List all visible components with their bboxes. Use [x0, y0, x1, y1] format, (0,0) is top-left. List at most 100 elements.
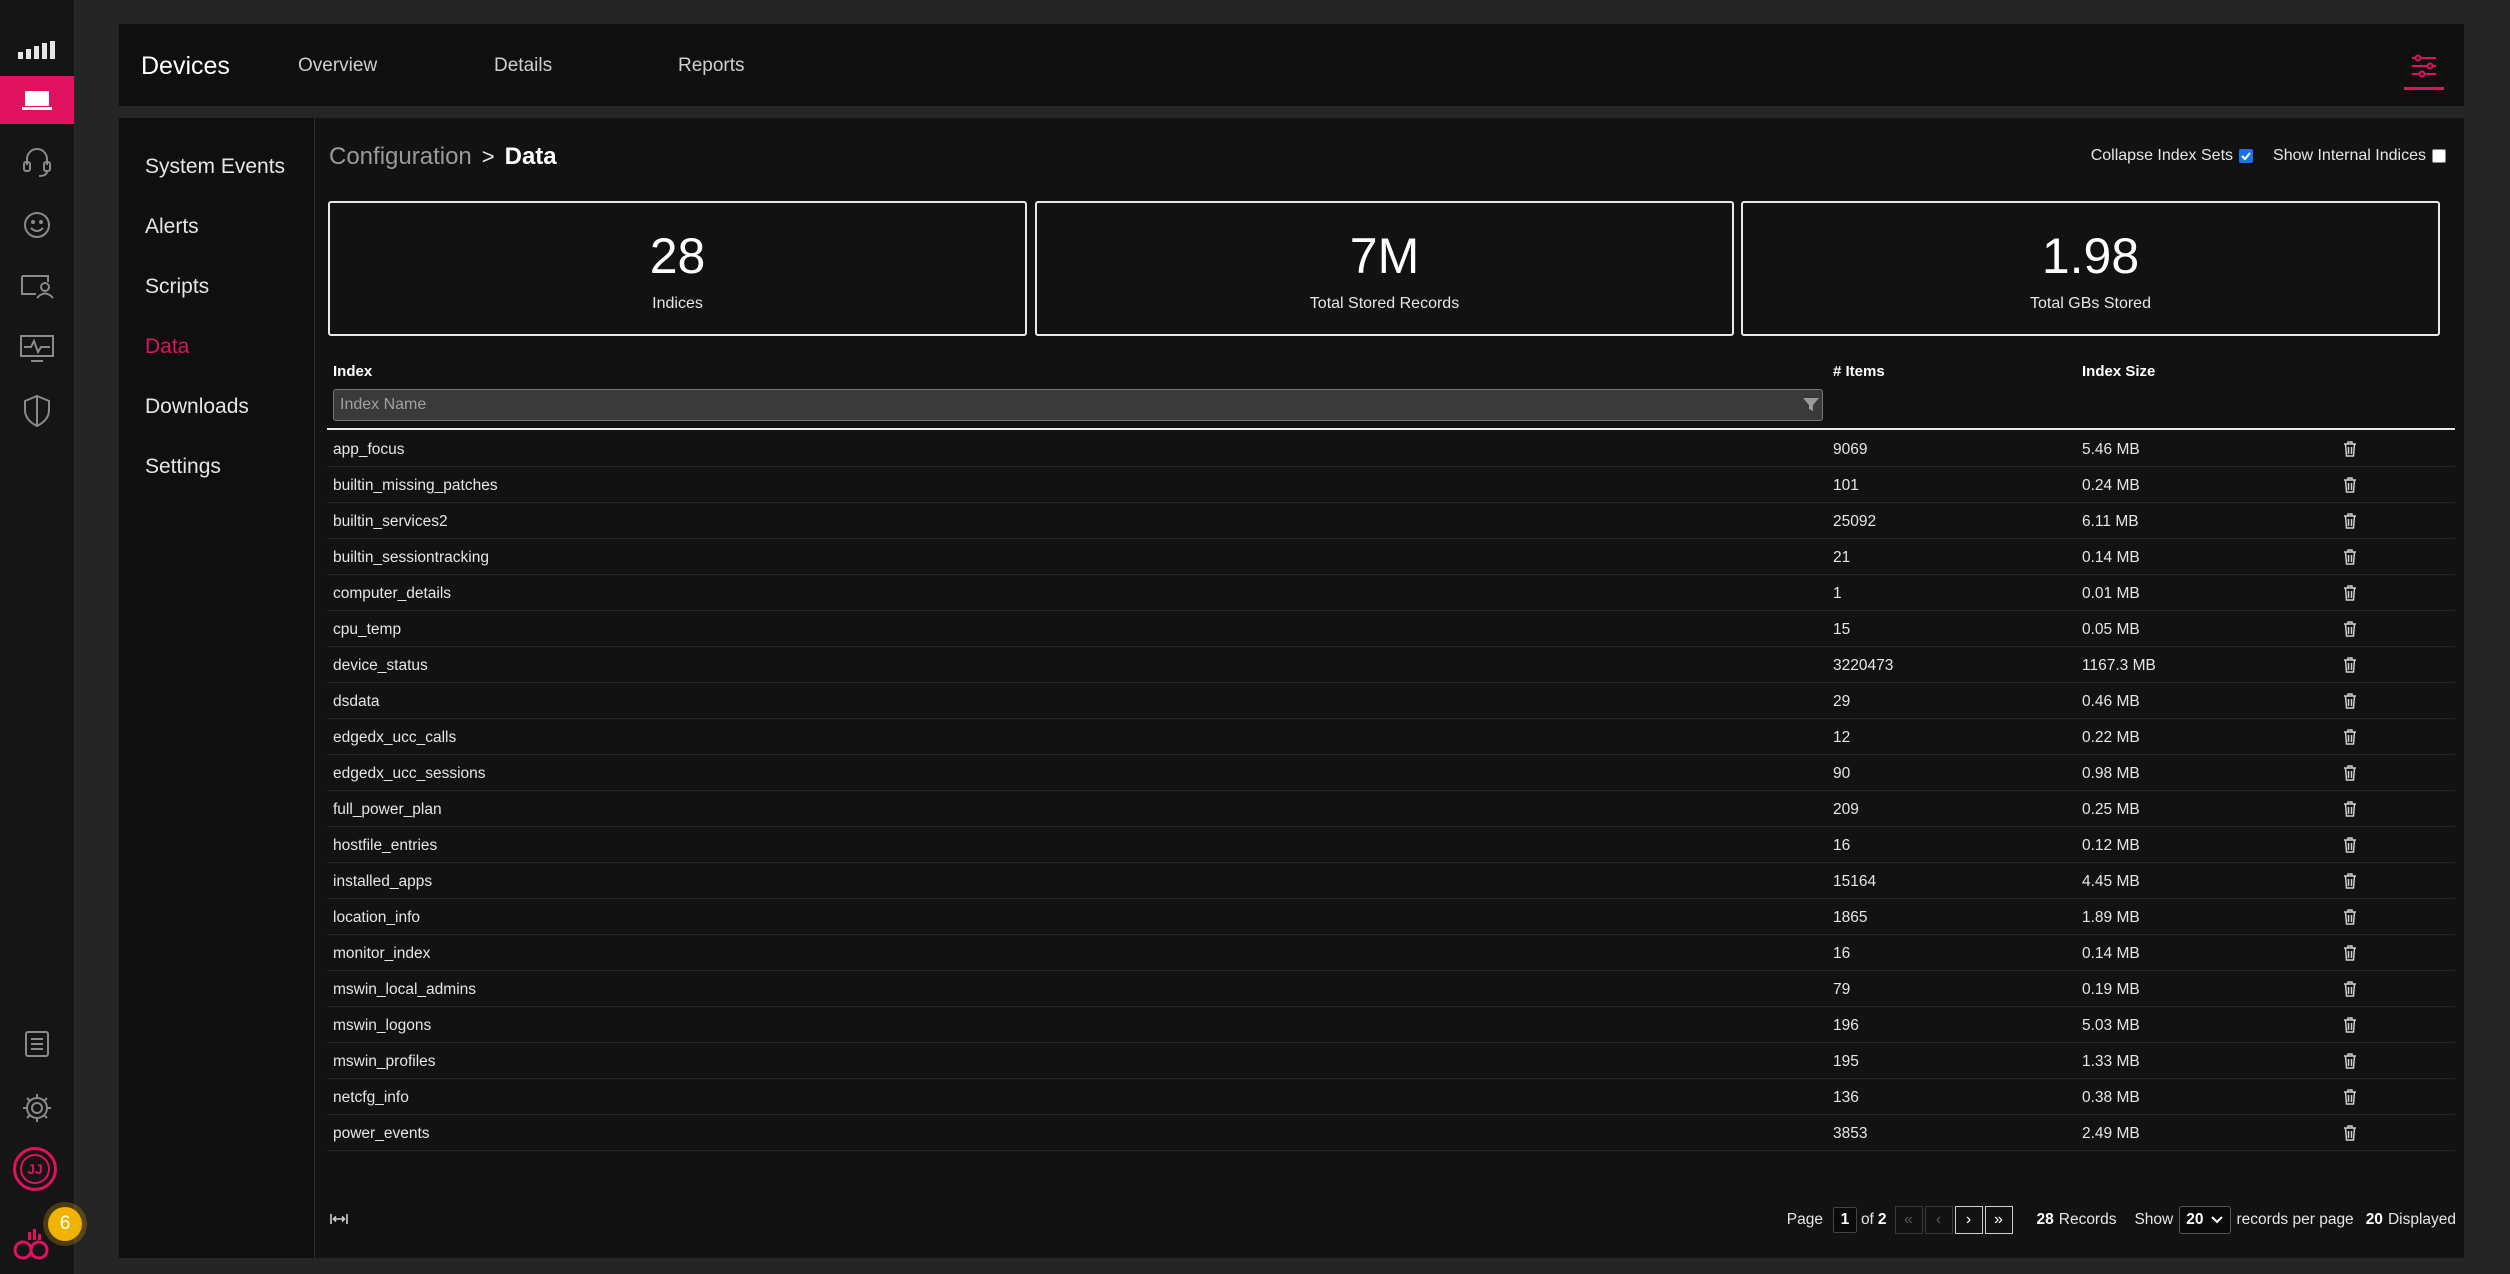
sidebar-item-data[interactable]: Data: [145, 335, 189, 359]
laptop-icon[interactable]: [0, 76, 74, 124]
table-row[interactable]: netcfg_info 136 0.38 MB: [327, 1079, 2455, 1115]
first-page-button[interactable]: «: [1894, 1206, 1923, 1234]
index-size-cell: 0.05 MB: [2082, 621, 2140, 638]
trash-icon[interactable]: [2343, 765, 2357, 786]
page-number-input[interactable]: 1: [1832, 1207, 1857, 1233]
table-row[interactable]: mswin_logons 196 5.03 MB: [327, 1007, 2455, 1043]
table-row[interactable]: power_events 3853 2.49 MB: [327, 1115, 2455, 1151]
expand-columns-icon[interactable]: [329, 1212, 349, 1231]
trash-icon[interactable]: [2343, 513, 2357, 534]
trash-icon[interactable]: [2343, 657, 2357, 678]
trash-icon[interactable]: [2343, 441, 2357, 462]
smiley-icon[interactable]: [0, 201, 74, 249]
trash-icon[interactable]: [2343, 873, 2357, 894]
table-row[interactable]: location_info 1865 1.89 MB: [327, 899, 2455, 935]
sidebar-item-settings[interactable]: Settings: [145, 455, 221, 479]
column-header-size[interactable]: Index Size: [2082, 363, 2155, 380]
table-row[interactable]: device_status 3220473 1167.3 MB: [327, 647, 2455, 683]
report-list-icon[interactable]: [0, 1020, 74, 1068]
items-count-cell: 3220473: [1833, 657, 1894, 674]
index-name-filter-input[interactable]: [333, 389, 1823, 421]
monitor-activity-icon[interactable]: [0, 325, 74, 373]
items-count-cell: 25092: [1833, 513, 1877, 530]
trash-icon[interactable]: [2343, 981, 2357, 1002]
index-size-cell: 2.49 MB: [2082, 1125, 2140, 1142]
index-size-cell: 0.38 MB: [2082, 1089, 2140, 1106]
index-size-cell: 1167.3 MB: [2082, 657, 2156, 674]
table-row[interactable]: mswin_local_admins 79 0.19 MB: [327, 971, 2455, 1007]
sidebar-item-downloads[interactable]: Downloads: [145, 395, 249, 419]
sidebar-item-system-events[interactable]: System Events: [145, 155, 285, 179]
chevron-down-icon: [2210, 1216, 2223, 1224]
trash-icon[interactable]: [2343, 621, 2357, 642]
items-count-cell: 79: [1833, 981, 1851, 998]
last-page-button[interactable]: »: [1984, 1206, 2013, 1234]
table-row[interactable]: full_power_plan 209 0.25 MB: [327, 791, 2455, 827]
column-header-index[interactable]: Index: [333, 363, 372, 380]
tab-details[interactable]: Details: [494, 55, 552, 77]
sidebar-item-scripts[interactable]: Scripts: [145, 275, 209, 299]
table-row[interactable]: mswin_profiles 195 1.33 MB: [327, 1043, 2455, 1079]
next-page-button[interactable]: ›: [1954, 1206, 1983, 1234]
index-name-cell: power_events: [333, 1125, 430, 1142]
table-row[interactable]: monitor_index 16 0.14 MB: [327, 935, 2455, 971]
index-size-cell: 0.14 MB: [2082, 945, 2140, 962]
index-name-cell: app_focus: [333, 441, 405, 458]
active-indicator: [2404, 87, 2444, 90]
table-row[interactable]: cpu_temp 15 0.05 MB: [327, 611, 2455, 647]
trash-icon[interactable]: [2343, 729, 2357, 750]
table-row[interactable]: builtin_services2 25092 6.11 MB: [327, 503, 2455, 539]
stat-value: 7M: [1349, 228, 1420, 284]
shield-icon[interactable]: [0, 387, 74, 435]
show-label: Show: [2134, 1211, 2174, 1228]
notification-badge[interactable]: 6: [48, 1207, 82, 1241]
trash-icon[interactable]: [2343, 1125, 2357, 1146]
breadcrumb-parent[interactable]: Configuration: [329, 143, 472, 170]
items-count-cell: 1: [1833, 585, 1842, 602]
signal-bars-icon[interactable]: [0, 26, 74, 74]
index-name-cell: mswin_logons: [333, 1017, 432, 1034]
collapse-index-sets-checkbox[interactable]: [2239, 149, 2254, 163]
tab-overview[interactable]: Overview: [298, 55, 377, 77]
table-row[interactable]: installed_apps 15164 4.45 MB: [327, 863, 2455, 899]
items-count-cell: 195: [1833, 1053, 1859, 1070]
pagination: Page 1 of 2 « ‹ › » 28 Records Show 20 r…: [1787, 1206, 2456, 1234]
table-row[interactable]: edgedx_ucc_calls 12 0.22 MB: [327, 719, 2455, 755]
sidebar-item-alerts[interactable]: Alerts: [145, 215, 199, 239]
tab-reports[interactable]: Reports: [678, 55, 745, 77]
trash-icon[interactable]: [2343, 693, 2357, 714]
trash-icon[interactable]: [2343, 1053, 2357, 1074]
trash-icon[interactable]: [2343, 1017, 2357, 1038]
avatar[interactable]: JJ: [13, 1147, 57, 1191]
user-card-icon[interactable]: [0, 262, 74, 310]
gear-icon[interactable]: [0, 1084, 74, 1132]
table-row[interactable]: computer_details 1 0.01 MB: [327, 575, 2455, 611]
table-row[interactable]: app_focus 9069 5.46 MB: [327, 431, 2455, 467]
trash-icon[interactable]: [2343, 909, 2357, 930]
stat-card-gbs: 1.98 Total GBs Stored: [1741, 201, 2440, 336]
index-name-cell: hostfile_entries: [333, 837, 438, 854]
trash-icon[interactable]: [2343, 1089, 2357, 1110]
items-count-cell: 12: [1833, 729, 1851, 746]
table-row[interactable]: edgedx_ucc_sessions 90 0.98 MB: [327, 755, 2455, 791]
headset-icon[interactable]: [0, 138, 74, 186]
filter-settings-button[interactable]: [2404, 50, 2444, 90]
table-row[interactable]: builtin_missing_patches 101 0.24 MB: [327, 467, 2455, 503]
trash-icon[interactable]: [2343, 801, 2357, 822]
per-page-select[interactable]: 20: [2179, 1206, 2231, 1234]
table-row[interactable]: builtin_sessiontracking 21 0.14 MB: [327, 539, 2455, 575]
trash-icon[interactable]: [2343, 945, 2357, 966]
index-name-cell: installed_apps: [333, 873, 433, 890]
trash-icon[interactable]: [2343, 477, 2357, 498]
trash-icon[interactable]: [2343, 837, 2357, 858]
show-internal-indices-checkbox[interactable]: [2432, 149, 2446, 163]
index-options: Collapse Index Sets Show Internal Indice…: [2091, 147, 2446, 165]
funnel-icon[interactable]: [1802, 397, 1820, 418]
table-row[interactable]: dsdata 29 0.46 MB: [327, 683, 2455, 719]
trash-icon[interactable]: [2343, 585, 2357, 606]
collapse-index-sets-label: Collapse Index Sets: [2090, 147, 2234, 164]
trash-icon[interactable]: [2343, 549, 2357, 570]
column-header-items[interactable]: # Items: [1833, 363, 1885, 380]
table-row[interactable]: hostfile_entries 16 0.12 MB: [327, 827, 2455, 863]
prev-page-button[interactable]: ‹: [1924, 1206, 1953, 1234]
